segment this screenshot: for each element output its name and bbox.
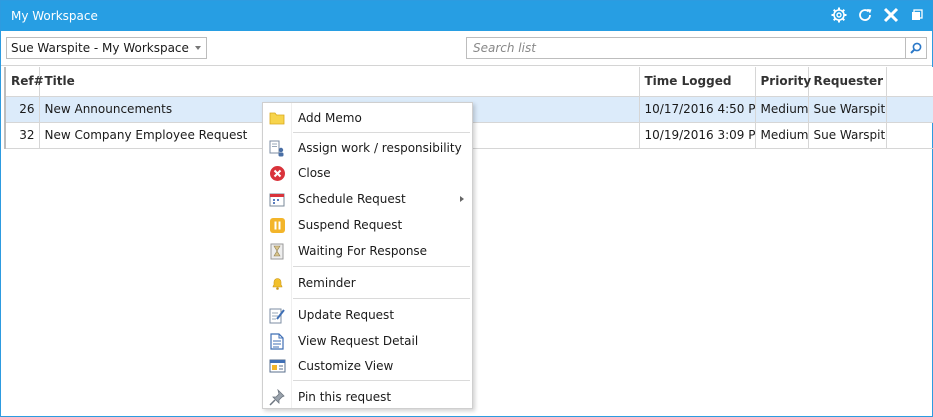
cell-priority: Medium: [755, 122, 809, 149]
cell-filler: [886, 96, 933, 123]
menu-item-label: Reminder: [298, 276, 356, 290]
search-button[interactable]: [906, 37, 927, 59]
edit-note-icon: [268, 306, 286, 324]
menu-item-label: Pin this request: [298, 390, 392, 404]
assign-icon: [268, 139, 286, 157]
menu-item-schedule-request[interactable]: Schedule Request: [263, 187, 472, 211]
menu-item-label: Customize View: [298, 359, 394, 373]
pause-icon: [268, 216, 286, 234]
cell-time-logged: 10/19/2016 3:09 PM: [639, 122, 756, 149]
bell-icon: [268, 274, 286, 292]
titlebar: My Workspace: [1, 1, 932, 31]
submenu-arrow-icon: [460, 196, 464, 202]
workspace-select[interactable]: Sue Warspite - My Workspace: [6, 37, 207, 59]
menu-item-label: Schedule Request: [298, 192, 406, 206]
titlebar-icons: [830, 6, 926, 24]
menu-separator: [293, 298, 470, 299]
calendar-icon: [268, 190, 286, 208]
refresh-icon[interactable]: [856, 6, 874, 24]
context-menu: Add Memo Assign work / responsibility Cl…: [262, 102, 473, 409]
column-header-time-logged[interactable]: Time Logged: [639, 67, 756, 97]
menu-item-close[interactable]: Close: [263, 161, 472, 185]
document-icon: [268, 332, 286, 350]
workspace-select-value: Sue Warspite - My Workspace: [11, 41, 189, 55]
cell-priority: Medium: [755, 96, 809, 123]
column-header-ref[interactable]: Ref#: [4, 67, 44, 97]
menu-item-label: Assign work / responsibility: [298, 141, 462, 155]
cell-filler: [886, 122, 933, 149]
menu-item-pin-request[interactable]: Pin this request: [263, 385, 472, 409]
column-header-title[interactable]: Title: [39, 67, 640, 97]
customize-view-icon: [268, 357, 286, 375]
chevron-down-icon: [195, 46, 201, 50]
cell-ref: 26: [4, 96, 40, 123]
menu-item-view-request-detail[interactable]: View Request Detail: [263, 329, 472, 353]
search-icon: [910, 42, 922, 54]
close-icon[interactable]: [882, 6, 900, 24]
menu-item-label: Close: [298, 166, 331, 180]
search-box: [466, 37, 906, 59]
memo-folder-icon: [268, 109, 286, 127]
hourglass-icon: [268, 242, 286, 260]
menu-item-add-memo[interactable]: Add Memo: [263, 106, 472, 130]
menu-item-label: Suspend Request: [298, 218, 403, 232]
menu-item-customize-view[interactable]: Customize View: [263, 354, 472, 378]
column-header-filler: [886, 67, 933, 97]
menu-item-label: Update Request: [298, 308, 395, 322]
menu-item-waiting-for-response[interactable]: Waiting For Response: [263, 239, 472, 263]
menu-item-label: Waiting For Response: [298, 244, 428, 258]
cell-requester: Sue Warspite: [808, 122, 887, 149]
cell-time-logged: 10/17/2016 4:50 PM: [639, 96, 756, 123]
pin-icon: [268, 388, 286, 406]
column-header-priority[interactable]: Priority: [755, 67, 811, 97]
cell-ref: 32: [4, 122, 40, 149]
column-header-requester[interactable]: Requester: [808, 67, 887, 97]
menu-separator: [293, 132, 470, 133]
menu-separator: [293, 266, 470, 267]
restore-icon[interactable]: [908, 6, 926, 24]
table-header-row: Ref# Title Time Logged Priority Requeste…: [4, 67, 933, 97]
menu-item-suspend-request[interactable]: Suspend Request: [263, 213, 472, 237]
search-input[interactable]: [467, 38, 905, 58]
menu-item-label: View Request Detail: [298, 334, 419, 348]
list-toolbar: Sue Warspite - My Workspace: [1, 31, 932, 66]
menu-item-assign-work[interactable]: Assign work / responsibility: [263, 136, 472, 160]
gear-icon[interactable]: [830, 6, 848, 24]
close-circle-icon: [268, 164, 286, 182]
workspace-window: My Workspace Sue Warspite - My Workspace: [0, 0, 933, 417]
cell-requester: Sue Warspite: [808, 96, 887, 123]
window-title: My Workspace: [11, 9, 98, 23]
menu-separator: [293, 380, 470, 381]
menu-item-label: Add Memo: [298, 111, 362, 125]
menu-item-reminder[interactable]: Reminder: [263, 271, 472, 295]
menu-item-update-request[interactable]: Update Request: [263, 303, 472, 327]
